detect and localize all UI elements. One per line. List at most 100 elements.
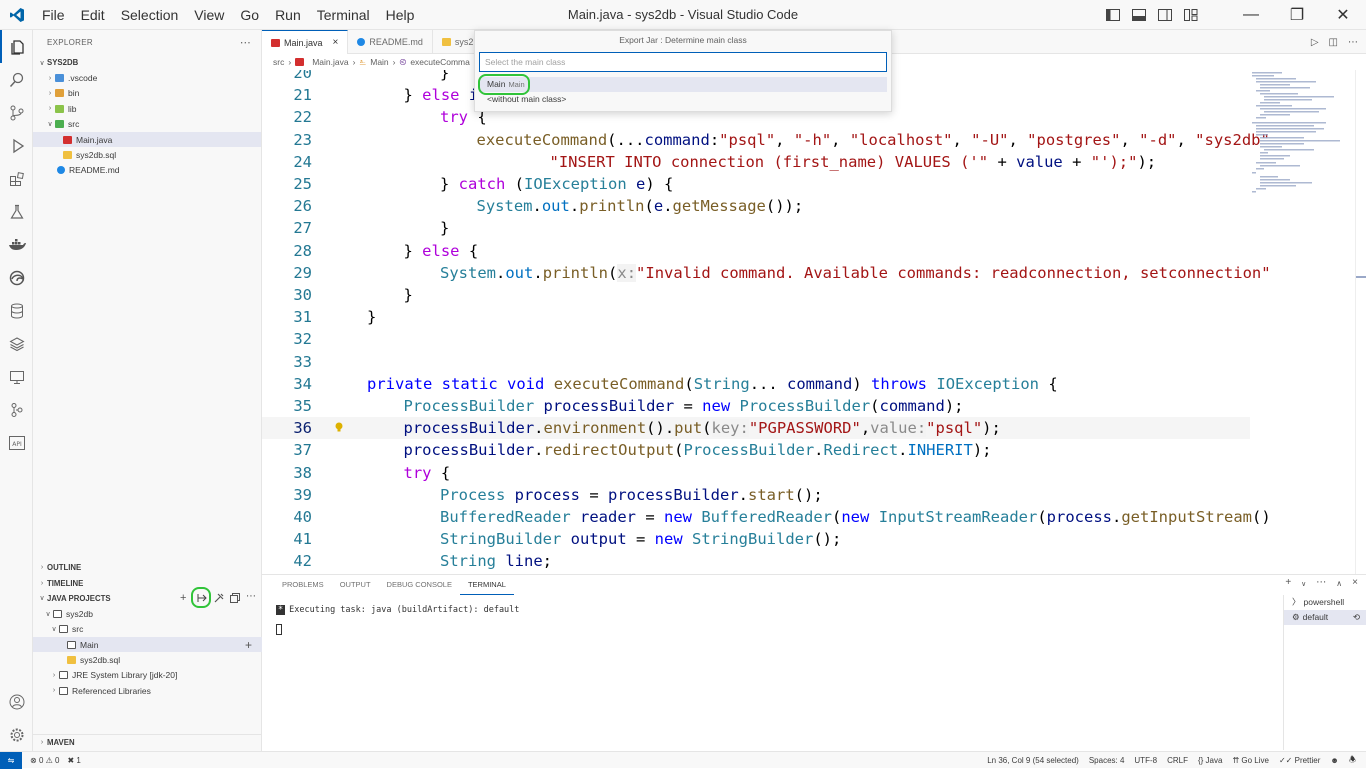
project-main-class[interactable]: Main + (33, 636, 262, 653)
api-icon[interactable]: API (0, 426, 33, 459)
remote-indicator-icon[interactable]: ⇋ (0, 751, 22, 769)
main-class-input[interactable] (479, 52, 887, 72)
more-actions-icon[interactable]: ⋯ (246, 591, 256, 602)
main-class-label: Main (80, 639, 99, 650)
maven-section[interactable]: › MAVEN (33, 734, 262, 749)
terminal-powershell[interactable]: 〉 powershell (1284, 595, 1366, 610)
menu-go[interactable]: Go (232, 0, 267, 30)
extensions-icon[interactable] (0, 162, 33, 195)
source-control-icon[interactable] (0, 96, 33, 129)
more-actions-icon[interactable]: ⋯ (240, 36, 251, 49)
tab-output[interactable]: OUTPUT (332, 576, 379, 594)
menu-file[interactable]: File (34, 0, 73, 30)
breadcrumb-file[interactable]: Main.java (312, 57, 348, 67)
tree-item-sys2db-sql[interactable]: sys2db.sql (33, 147, 261, 162)
remote-explorer-icon[interactable] (0, 360, 33, 393)
tools-icon[interactable] (214, 593, 224, 603)
toggle-secondary-sidebar-icon[interactable] (1152, 0, 1178, 30)
language-status[interactable]: {} Java (1198, 756, 1222, 765)
split-editor-icon[interactable]: ◫ (1329, 37, 1338, 48)
referenced-libraries[interactable]: › Referenced Libraries (33, 683, 262, 698)
terminal-default[interactable]: ⚙ default ⟲ (1284, 610, 1366, 625)
search-icon[interactable] (0, 63, 33, 96)
tree-item-readme[interactable]: README.md (33, 163, 261, 178)
gitlens-icon[interactable] (0, 393, 33, 426)
add-icon[interactable]: + (180, 592, 186, 604)
breadcrumb-class[interactable]: Main (370, 57, 388, 67)
notifications-icon[interactable]: 🕭 (1349, 754, 1356, 768)
chevron-down-icon[interactable]: ∨ (1301, 580, 1306, 588)
quick-pick-item-no-main[interactable]: <without main class> (479, 92, 887, 107)
tree-item-src[interactable]: ∨ src (33, 117, 261, 132)
problems-status[interactable]: ⊗ 0 ⚠ 0 (30, 756, 59, 765)
tree-item-main-java[interactable]: Main.java (33, 131, 261, 148)
minimap[interactable] (1250, 70, 1355, 200)
project-sys2db[interactable]: ∨ sys2db (33, 606, 262, 621)
quick-pick-item-main[interactable]: Main Main (479, 77, 887, 92)
prettier-status[interactable]: ✓✓ Prettier (1279, 756, 1320, 765)
settings-gear-icon[interactable] (0, 718, 33, 751)
database-icon[interactable] (0, 294, 33, 327)
more-actions-icon[interactable]: ⋯ (1348, 37, 1358, 48)
docker-icon[interactable] (0, 228, 33, 261)
explorer-icon[interactable] (0, 30, 33, 63)
testing-icon[interactable] (0, 195, 33, 228)
minimize-button[interactable]: — (1228, 0, 1274, 30)
tab-debug-console[interactable]: DEBUG CONSOLE (379, 576, 460, 594)
java-projects-section[interactable]: ∨ JAVA PROJECTS + ⋯ (33, 591, 262, 606)
tree-item-lib[interactable]: › lib (33, 101, 261, 116)
menu-edit[interactable]: Edit (73, 0, 113, 30)
close-icon[interactable]: × (333, 37, 339, 48)
collapse-all-icon[interactable] (230, 592, 240, 603)
chevron-down-icon: ∨ (45, 610, 51, 618)
restore-button[interactable]: ❐ (1274, 0, 1320, 30)
vertical-scrollbar[interactable] (1355, 70, 1366, 574)
accounts-icon[interactable] (0, 685, 33, 718)
cursor-position[interactable]: Ln 36, Col 9 (54 selected) (987, 756, 1079, 765)
close-window-button[interactable]: ✕ (1320, 0, 1366, 30)
toggle-primary-sidebar-icon[interactable] (1100, 0, 1126, 30)
tab-main-java[interactable]: Main.java × (262, 30, 349, 54)
feedback-icon[interactable]: ☻ (1330, 756, 1338, 765)
project-src[interactable]: ∨ src (33, 622, 262, 637)
go-live-status[interactable]: ⇈ Go Live (1232, 756, 1269, 765)
project-sql-file[interactable]: sys2db.sql (33, 652, 262, 667)
new-terminal-icon[interactable]: + (1285, 577, 1291, 588)
tree-item-vscode[interactable]: › .vscode (33, 70, 261, 85)
tab-terminal[interactable]: TERMINAL (459, 576, 514, 595)
timeline-section[interactable]: › TIMELINE (33, 575, 262, 590)
tab-problems[interactable]: PROBLEMS (274, 576, 332, 594)
breadcrumb-src[interactable]: src (273, 57, 284, 67)
more-actions-icon[interactable]: ⋯ (1316, 577, 1326, 588)
outline-section[interactable]: › OUTLINE (33, 560, 262, 575)
breadcrumb-method[interactable]: executeComma (410, 57, 470, 67)
tree-item-bin[interactable]: › bin (33, 86, 261, 101)
menu-selection[interactable]: Selection (113, 0, 187, 30)
explorer-root[interactable]: ∨ SYS2DB (33, 55, 261, 70)
menu-help[interactable]: Help (378, 0, 423, 30)
run-debug-icon[interactable] (0, 129, 33, 162)
eol-status[interactable]: CRLF (1167, 756, 1188, 765)
edge-icon[interactable] (0, 261, 33, 294)
tab-readme[interactable]: README.md (348, 30, 433, 54)
encoding-status[interactable]: UTF-8 (1134, 756, 1157, 765)
ports-status[interactable]: ✖ 1 (67, 756, 80, 765)
add-icon[interactable]: + (245, 638, 252, 652)
maximize-panel-icon[interactable]: ∧ (1336, 579, 1342, 588)
jre-library[interactable]: › JRE System Library [jdk-20] (33, 668, 262, 683)
vscode-logo-icon (0, 0, 34, 30)
code-editor[interactable]: 20} 21} else i 22 try {23 executeCommand(...… (262, 70, 1366, 574)
terminal-output[interactable]: * Executing task: java (buildArtifact): d… (276, 605, 519, 635)
menu-terminal[interactable]: Terminal (309, 0, 378, 30)
customize-layout-icon[interactable] (1178, 0, 1204, 30)
layers-icon[interactable] (0, 327, 33, 360)
lightbulb-icon[interactable] (335, 422, 343, 432)
menu-view[interactable]: View (186, 0, 232, 30)
run-icon[interactable]: ▷ (1311, 37, 1319, 48)
menu-run[interactable]: Run (267, 0, 309, 30)
line-number: 30 (293, 286, 312, 304)
toggle-panel-icon[interactable] (1126, 0, 1152, 30)
project-label: sys2db (66, 608, 93, 619)
indentation-status[interactable]: Spaces: 4 (1089, 756, 1125, 765)
close-panel-icon[interactable]: × (1352, 577, 1358, 588)
